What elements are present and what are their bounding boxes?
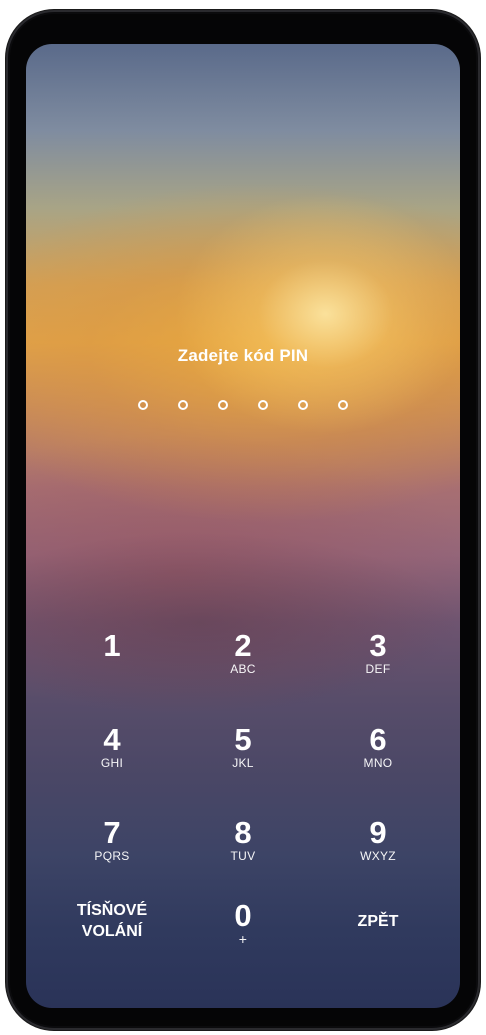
pin-prompt: Zadejte kód PIN (177, 346, 309, 365)
key-digit: 8 (234, 815, 252, 850)
pin-dot (258, 400, 268, 410)
pin-dot (338, 400, 348, 410)
key-digit: 9 (369, 815, 387, 850)
pin-dot (178, 400, 188, 410)
key-1[interactable]: 1 (52, 629, 172, 699)
key-letters: GHI (100, 756, 124, 770)
key-letters: ABC (230, 662, 256, 676)
key-7[interactable]: 7 PQRS (52, 816, 172, 886)
key-6[interactable]: 6 MNO (318, 723, 438, 793)
emergency-call-button[interactable]: TÍSŇOVÉ VOLÁNÍ (52, 900, 172, 970)
key-5[interactable]: 5 JKL (183, 723, 303, 793)
back-button-label: ZPĚT (357, 913, 399, 930)
key-2[interactable]: 2 ABC (183, 629, 303, 699)
key-digit: 5 (234, 722, 252, 757)
pin-dot (298, 400, 308, 410)
key-digit: 7 (103, 815, 121, 850)
lock-screen: Zadejte kód PIN 1 2 ABC 3 DEF 4 GHI 5 JK… (26, 44, 460, 1008)
key-letters: DEF (365, 662, 391, 676)
key-digit: 3 (369, 628, 387, 663)
pin-dot (138, 400, 148, 410)
key-digit: 6 (369, 722, 387, 757)
key-letters: MNO (363, 756, 393, 770)
key-digit: 2 (234, 628, 252, 663)
key-3[interactable]: 3 DEF (318, 629, 438, 699)
key-9[interactable]: 9 WXYZ (318, 816, 438, 886)
key-digit: 4 (103, 722, 121, 757)
key-4[interactable]: 4 GHI (52, 723, 172, 793)
key-letters: WXYZ (360, 849, 396, 863)
key-digit: 0 (234, 898, 252, 933)
key-letters: JKL (232, 756, 254, 770)
key-8[interactable]: 8 TUV (183, 816, 303, 886)
pin-dot (218, 400, 228, 410)
key-letters: PQRS (94, 849, 130, 863)
key-letters: TUV (230, 849, 256, 863)
key-0[interactable]: 0 + (183, 899, 303, 969)
key-letters: + (238, 931, 248, 947)
emergency-call-label-line2: VOLÁNÍ (81, 923, 143, 940)
back-button[interactable]: ZPĚT (318, 911, 438, 981)
key-digit: 1 (103, 628, 121, 663)
pin-dots (26, 400, 460, 410)
emergency-call-label-line1: TÍSŇOVÉ (76, 902, 148, 919)
